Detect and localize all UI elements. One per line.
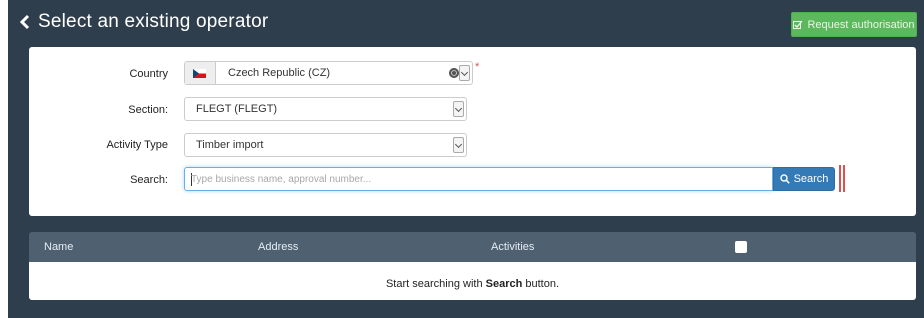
- activity-type-select[interactable]: Timber import: [184, 133, 467, 157]
- czech-flag-icon: [193, 69, 206, 78]
- chevron-down-icon[interactable]: [453, 101, 464, 117]
- search-button[interactable]: Search: [773, 167, 835, 191]
- results-table-body: Start searching with Search button.: [29, 262, 916, 300]
- column-header-name[interactable]: Name: [44, 241, 73, 253]
- results-table-header: Name Address Activities: [29, 232, 916, 262]
- select-all-checkbox[interactable]: [735, 241, 747, 253]
- chevron-left-icon[interactable]: [18, 14, 32, 30]
- search-label: Search:: [130, 174, 168, 186]
- section-label: Section:: [128, 104, 168, 116]
- country-value: Czech Republic (CZ): [228, 67, 331, 79]
- search-icon: [779, 174, 790, 184]
- page-header: Select an existing operator Request auth…: [8, 0, 924, 44]
- resize-handle[interactable]: [843, 165, 845, 192]
- section-value: FLEGT (FLEGT): [196, 103, 278, 115]
- request-authorisation-button[interactable]: Request authorisation: [791, 12, 917, 37]
- section-select[interactable]: FLEGT (FLEGT): [184, 97, 467, 121]
- activity-type-value: Timber import: [196, 139, 264, 151]
- request-authorisation-label: Request authorisation: [807, 18, 915, 31]
- search-field[interactable]: [184, 167, 773, 191]
- required-indicator: *: [475, 61, 480, 73]
- search-button-label: Search: [793, 173, 829, 185]
- country-label: Country: [129, 68, 168, 80]
- chevron-down-icon[interactable]: [453, 137, 464, 153]
- country-select[interactable]: Czech Republic (CZ): [184, 61, 473, 85]
- edit-check-icon: [793, 20, 803, 29]
- chevron-down-icon[interactable]: [459, 65, 470, 81]
- page-title: Select an existing operator: [38, 11, 269, 32]
- activity-type-label: Activity Type: [106, 139, 168, 151]
- empty-state-message: Start searching with Search button.: [385, 278, 560, 290]
- column-header-activities[interactable]: Activities: [491, 241, 534, 253]
- search-input[interactable]: [191, 172, 761, 187]
- resize-handle[interactable]: [839, 165, 841, 192]
- operator-search-form: Country Czech Republic (CZ) * Section: F…: [29, 47, 916, 216]
- globe-icon[interactable]: [449, 68, 459, 78]
- column-header-address[interactable]: Address: [258, 241, 298, 253]
